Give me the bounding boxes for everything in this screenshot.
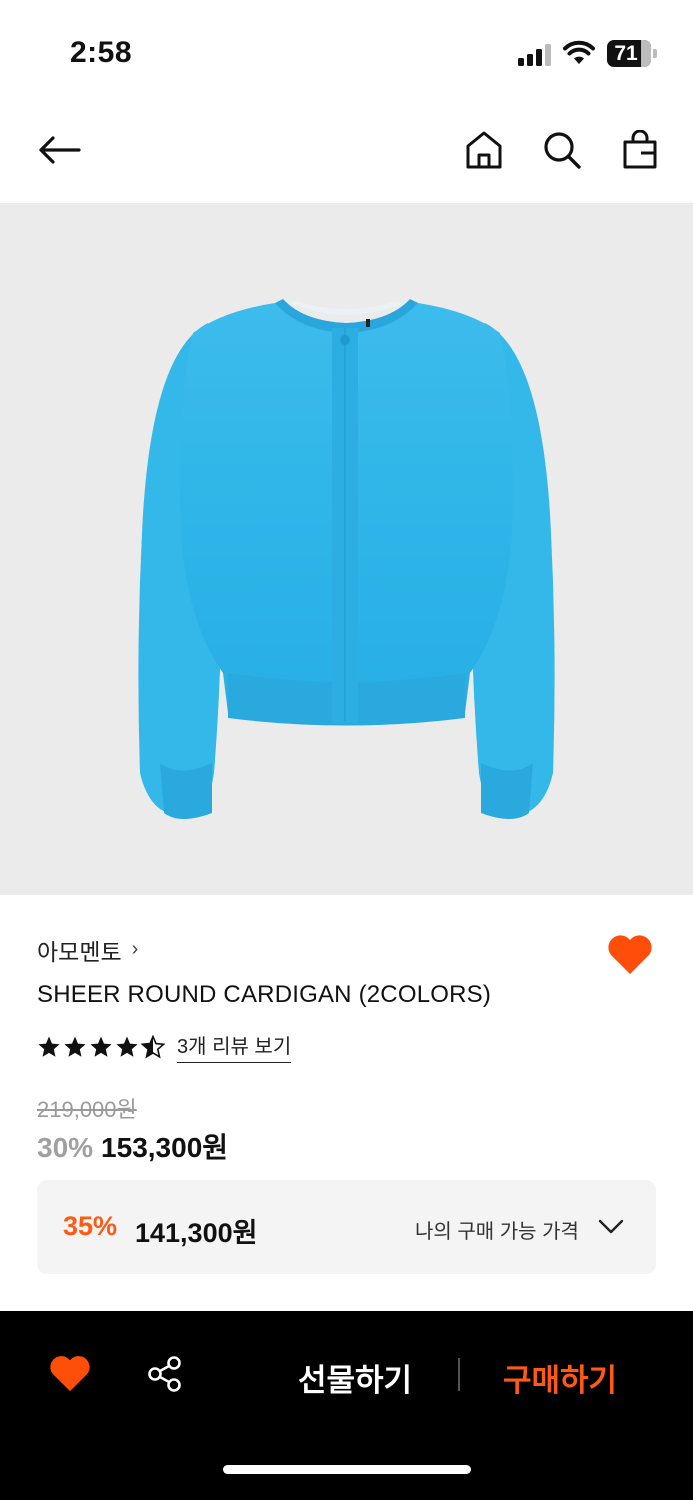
bottom-action-bar: 선물하기 구매하기 bbox=[0, 1311, 693, 1500]
my-price-label: 나의 구매 가능 가격 bbox=[415, 1221, 579, 1243]
status-bar: 2:58 71 bbox=[0, 0, 693, 100]
signal-icon bbox=[518, 44, 552, 66]
gift-button[interactable]: 선물하기 bbox=[270, 1355, 440, 1400]
price-row: 30% 153,300원 bbox=[37, 1126, 228, 1166]
discount-rate: 30% bbox=[37, 1132, 94, 1163]
star-icon bbox=[116, 1036, 138, 1057]
heart-icon bbox=[50, 1356, 90, 1392]
arrow-left-icon bbox=[39, 136, 81, 164]
product-title: SHEER ROUND CARDIGAN (2COLORS) bbox=[37, 981, 492, 1008]
rating-row: 3개 리뷰 보기 bbox=[37, 1030, 292, 1063]
home-icon bbox=[466, 131, 502, 169]
heart-icon bbox=[608, 935, 652, 974]
brand-name: 아모멘토 bbox=[37, 939, 122, 965]
chevron-down-icon bbox=[598, 1219, 624, 1234]
brand-link[interactable]: 아모멘토 › bbox=[37, 933, 138, 967]
my-discount-rate: 35% bbox=[63, 1211, 118, 1241]
product-image[interactable] bbox=[0, 203, 693, 895]
my-price: 141,300원 bbox=[135, 1218, 258, 1248]
chevron-right-icon: › bbox=[131, 937, 139, 960]
rating-stars bbox=[37, 1034, 165, 1059]
search-button[interactable] bbox=[538, 126, 586, 174]
cart-button[interactable] bbox=[616, 126, 664, 174]
home-button[interactable] bbox=[460, 126, 508, 174]
review-link[interactable]: 3개 리뷰 보기 bbox=[177, 1030, 292, 1063]
divider bbox=[458, 1358, 460, 1391]
back-button[interactable] bbox=[35, 126, 83, 174]
status-time: 2:58 bbox=[70, 36, 133, 69]
top-nav bbox=[0, 100, 693, 203]
buy-button[interactable]: 구매하기 bbox=[480, 1355, 640, 1400]
my-price-dropdown[interactable]: 35% 141,300원 나의 구매 가능 가격 bbox=[37, 1180, 656, 1274]
star-icon bbox=[64, 1036, 86, 1057]
shopping-bag-icon bbox=[623, 130, 657, 169]
battery-icon: 71 bbox=[607, 40, 657, 67]
bottom-wishlist-button[interactable] bbox=[48, 1353, 92, 1393]
home-indicator bbox=[223, 1465, 471, 1474]
sale-price: 153,300원 bbox=[101, 1132, 229, 1163]
original-price: 219,000원 bbox=[37, 1097, 137, 1122]
star-icon bbox=[38, 1036, 60, 1057]
wifi-icon bbox=[563, 40, 595, 66]
cardigan-image bbox=[138, 299, 555, 819]
battery-level: 71 bbox=[614, 42, 638, 65]
half-star-icon bbox=[141, 1034, 165, 1058]
wishlist-button[interactable] bbox=[606, 932, 654, 976]
star-icon bbox=[90, 1036, 112, 1057]
search-icon bbox=[544, 132, 581, 169]
share-icon bbox=[148, 1356, 181, 1392]
share-button[interactable] bbox=[146, 1355, 184, 1393]
